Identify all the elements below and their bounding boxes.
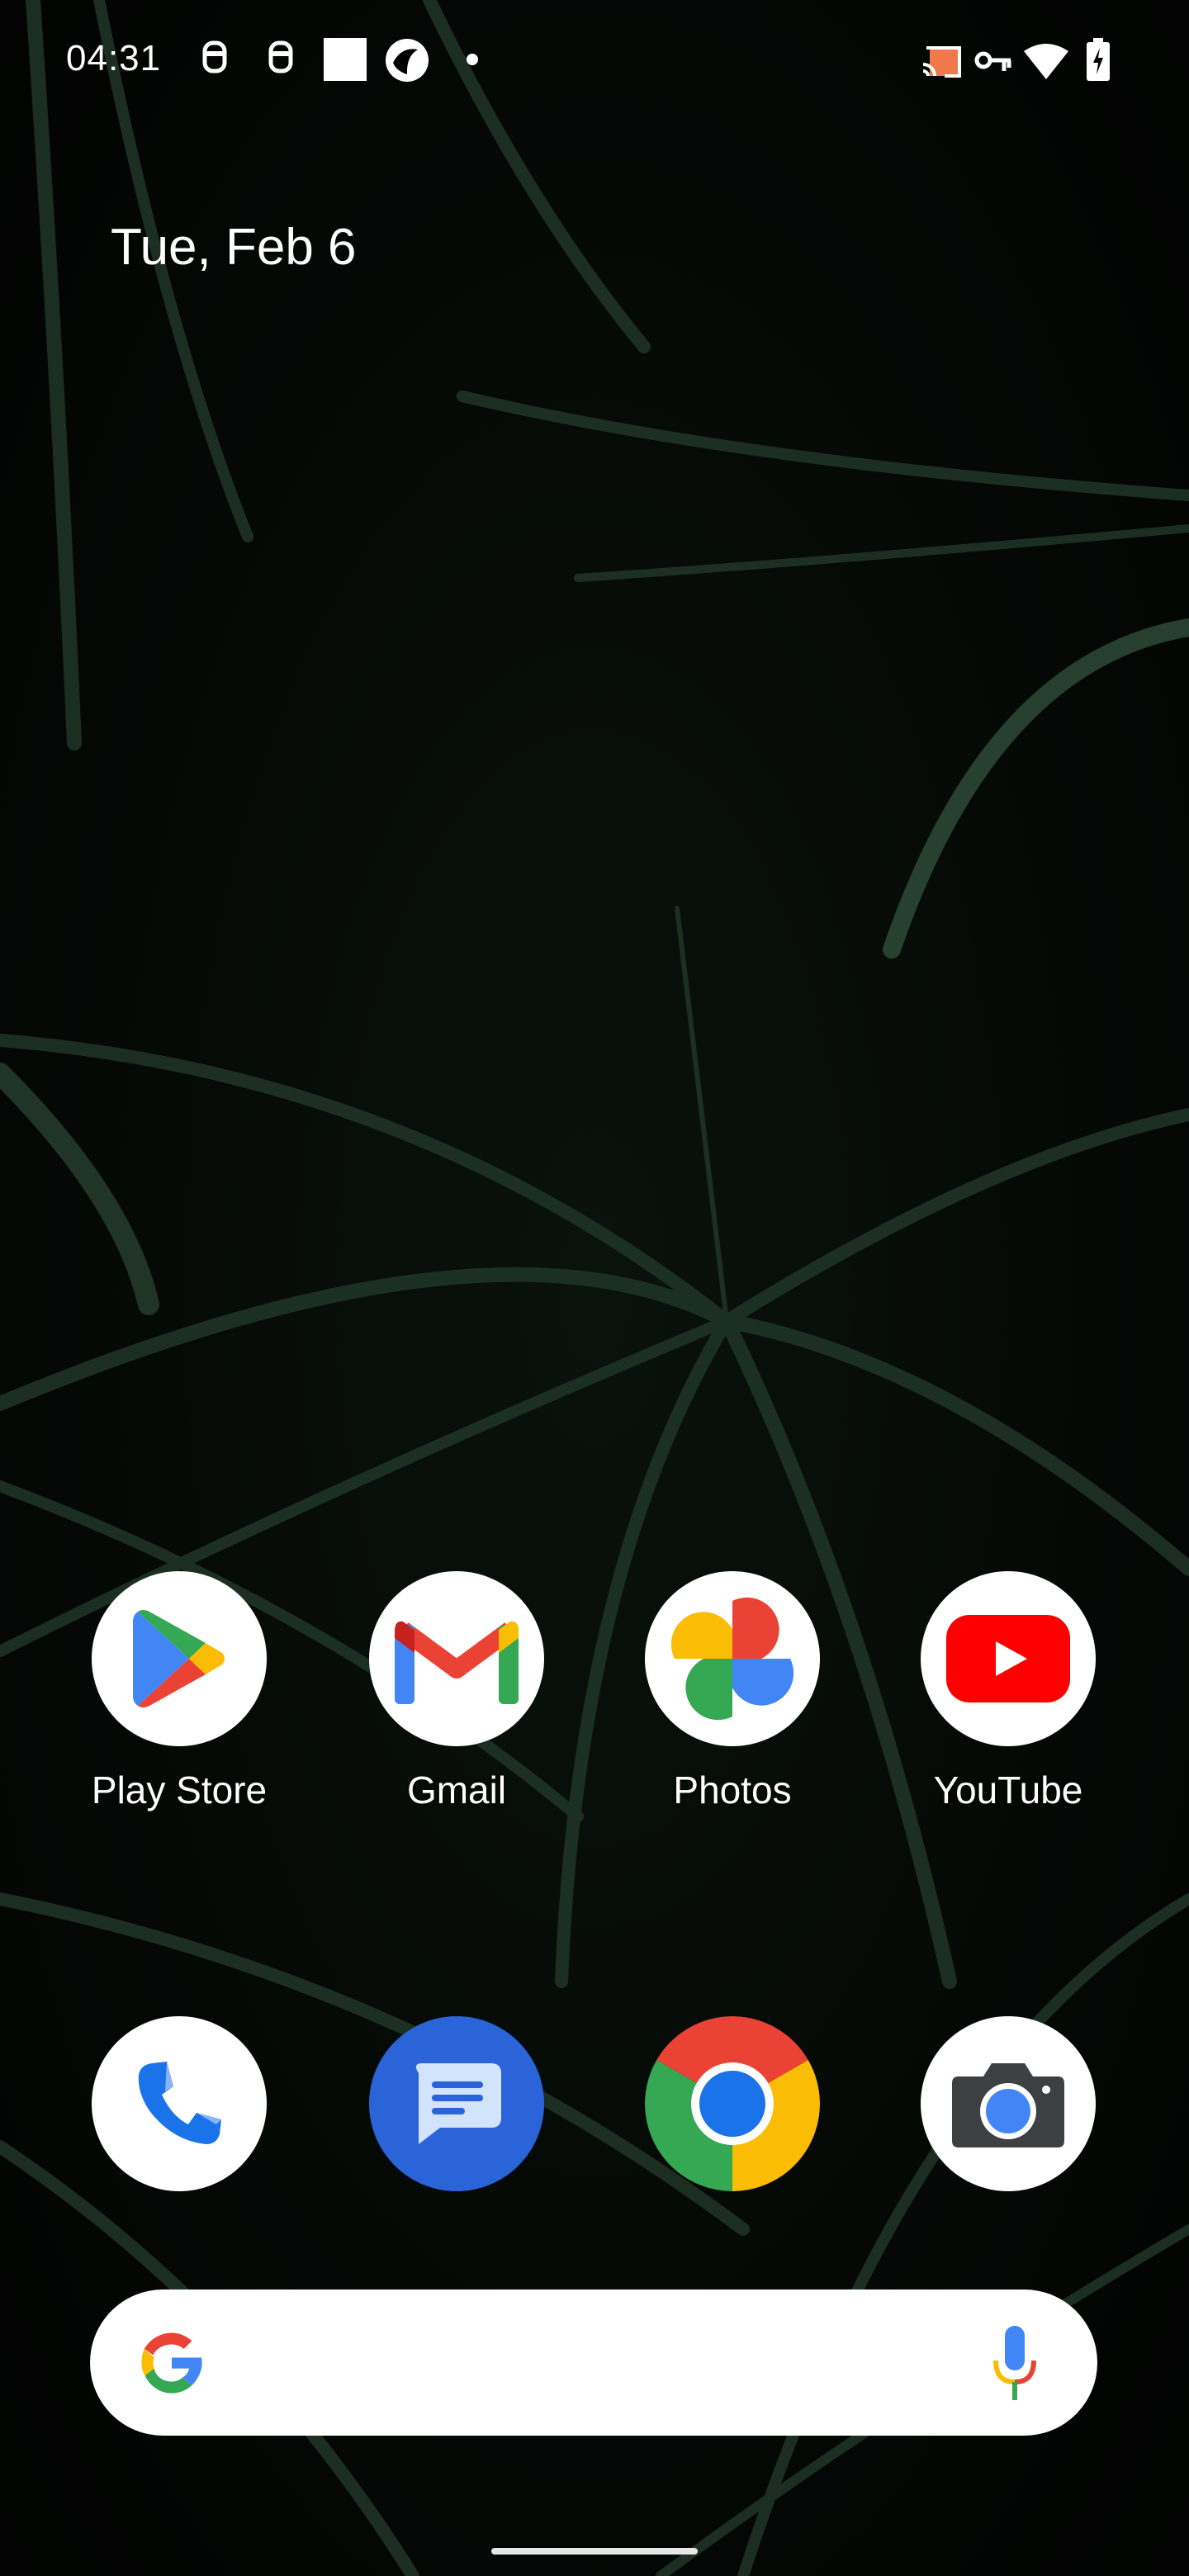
dock-phone[interactable] bbox=[55, 2016, 303, 2191]
app-play-store[interactable]: Play Store bbox=[55, 1571, 303, 1812]
shutter-app-icon bbox=[386, 39, 429, 82]
cast-icon bbox=[922, 46, 961, 78]
gesture-nav-handle[interactable] bbox=[491, 2548, 698, 2555]
app-label: Photos bbox=[673, 1769, 792, 1811]
app-photos[interactable]: Photos bbox=[609, 1571, 856, 1812]
microphone-icon[interactable] bbox=[992, 2324, 1037, 2402]
chrome-icon bbox=[645, 2016, 820, 2191]
battery-charging-icon bbox=[1087, 38, 1110, 81]
white-square-icon bbox=[324, 38, 367, 81]
dock-camera[interactable] bbox=[884, 2016, 1132, 2191]
gmail-icon bbox=[369, 1571, 544, 1746]
status-time: 04:31 bbox=[66, 38, 162, 78]
status-bar: 04:31 bbox=[0, 0, 1189, 116]
wifi-icon bbox=[1024, 44, 1068, 79]
vpn-key-icon bbox=[974, 51, 1011, 71]
google-g-icon bbox=[141, 2332, 202, 2394]
google-search-bar[interactable] bbox=[90, 2290, 1097, 2436]
notification-robot-icon bbox=[268, 40, 293, 73]
messages-icon bbox=[369, 2016, 544, 2191]
camera-icon bbox=[921, 2016, 1096, 2191]
app-youtube[interactable]: YouTube bbox=[884, 1571, 1132, 1812]
app-label: Play Store bbox=[91, 1769, 268, 1811]
app-label: YouTube bbox=[933, 1769, 1083, 1811]
dock-chrome[interactable] bbox=[609, 2016, 856, 2191]
play-store-icon bbox=[92, 1571, 267, 1746]
dock-messages[interactable] bbox=[333, 2016, 580, 2191]
date-widget[interactable]: Tue, Feb 6 bbox=[111, 218, 357, 277]
notification-robot-icon bbox=[202, 40, 227, 73]
youtube-icon bbox=[921, 1571, 1096, 1746]
more-notifications-dot-icon bbox=[467, 54, 478, 65]
photos-icon bbox=[645, 1571, 820, 1746]
app-gmail[interactable]: Gmail bbox=[333, 1571, 580, 1812]
app-label: Gmail bbox=[406, 1769, 507, 1811]
phone-icon bbox=[92, 2016, 267, 2191]
